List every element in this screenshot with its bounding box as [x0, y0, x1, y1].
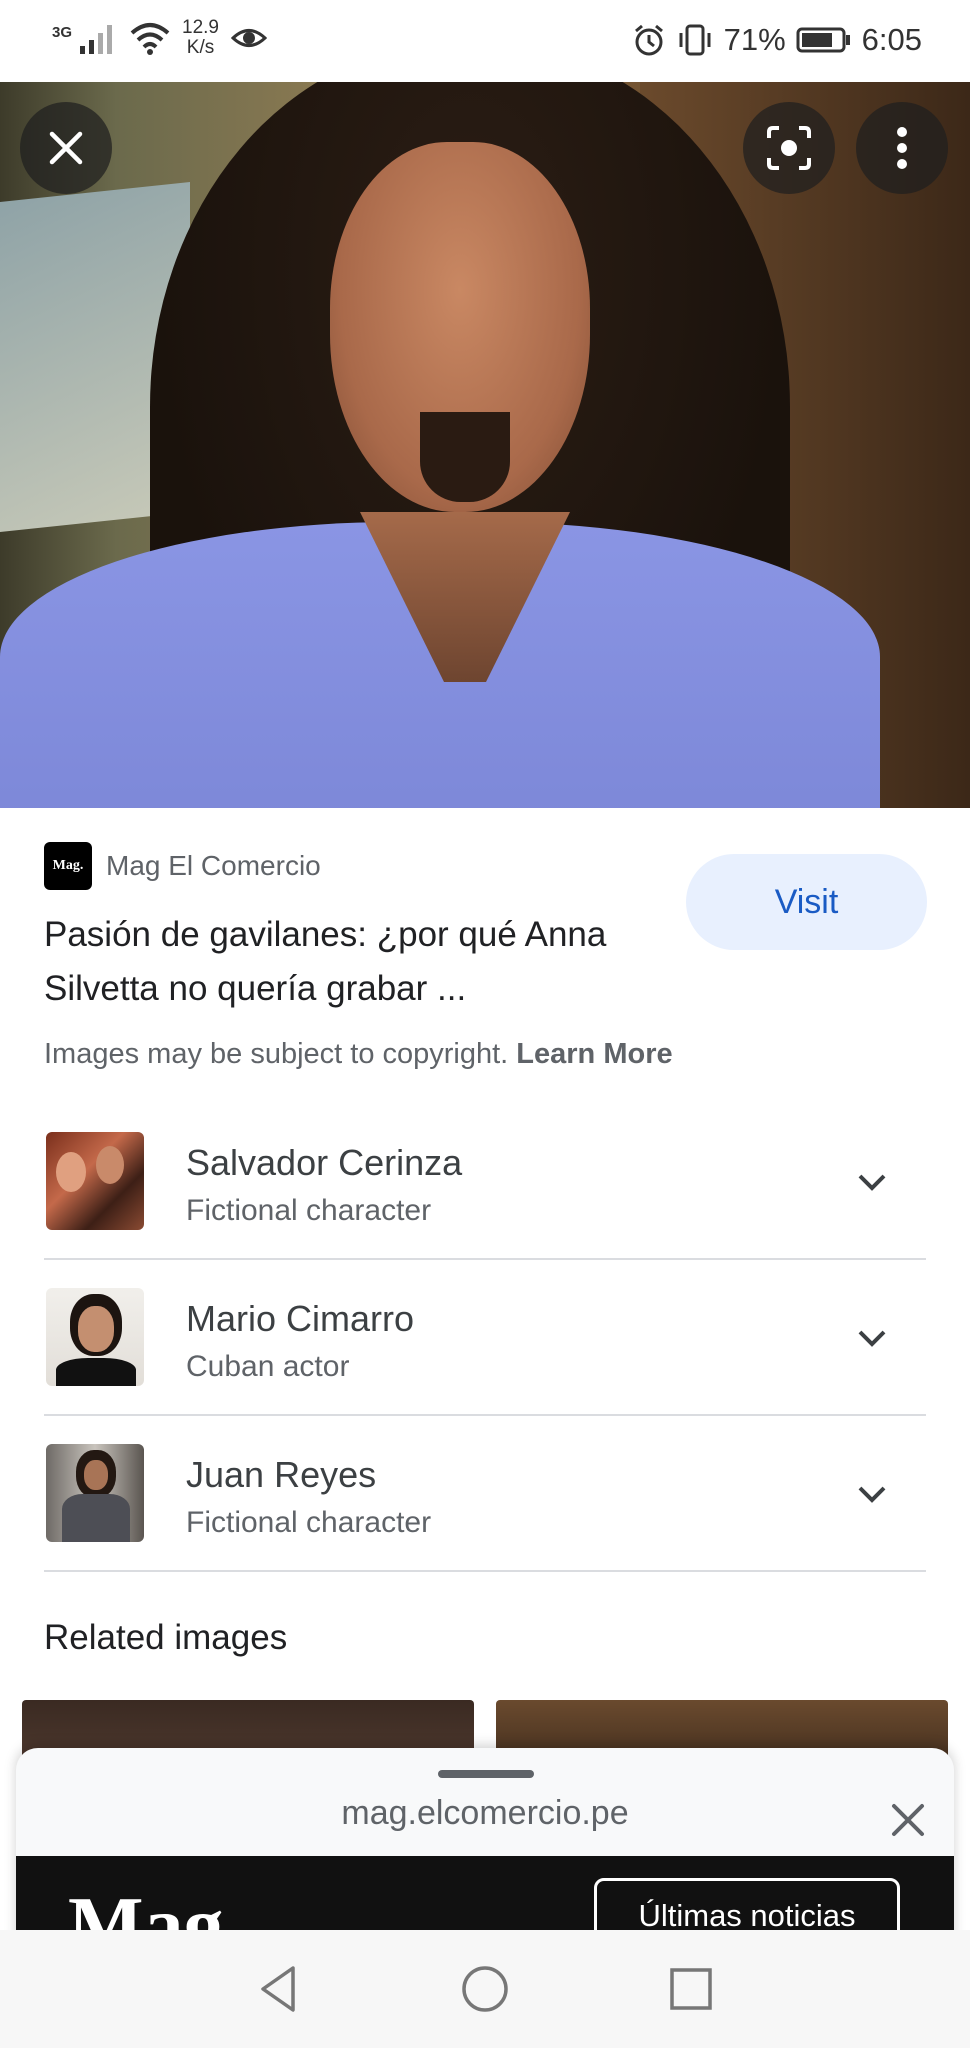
source-row[interactable]: Mag. Mag El Comercio [44, 842, 321, 890]
entity-thumbnail [46, 1444, 144, 1542]
lens-icon [767, 126, 811, 170]
entity-thumbnail [46, 1288, 144, 1386]
system-nav-bar [0, 1930, 970, 2048]
entity-thumbnail [46, 1132, 144, 1230]
wifi-icon [130, 23, 170, 55]
entity-description: Fictional character [186, 1506, 432, 1539]
back-icon[interactable] [253, 1962, 307, 2016]
entity-description: Cuban actor [186, 1350, 350, 1383]
network-speed: 12.9 K/s [182, 18, 219, 58]
copyright-text: Images may be subject to copyright. [44, 1038, 509, 1070]
result-title[interactable]: Pasión de gavilanes: ¿por qué Anna Silve… [44, 908, 664, 1016]
status-left: 3G 12.9 K/s [52, 18, 267, 58]
sheet-drag-handle[interactable] [438, 1770, 534, 1778]
network-type: 3G [52, 23, 73, 41]
lens-button[interactable] [743, 102, 835, 194]
visit-button[interactable]: Visit [686, 854, 927, 950]
entity-name: Salvador Cerinza [186, 1142, 463, 1183]
vibrate-icon [679, 24, 711, 56]
entity-row-salvador-cerinza[interactable]: Salvador Cerinza Fictional character [44, 1104, 926, 1260]
alarm-icon [634, 24, 663, 56]
signal-icon [80, 25, 113, 54]
entity-name: Juan Reyes [186, 1454, 377, 1495]
recents-icon[interactable] [664, 1962, 718, 2016]
chevron-down-icon[interactable] [854, 1164, 890, 1200]
site-preview-sheet[interactable]: mag.elcomercio.pe Mag Últimas noticias [16, 1748, 954, 1948]
source-logo: Mag. [44, 842, 92, 890]
learn-more-link[interactable]: Learn More [516, 1038, 672, 1070]
more-vert-icon [897, 127, 907, 169]
copyright-notice: Images may be subject to copyright. Lear… [44, 1038, 673, 1071]
status-bar: 3G 12.9 K/s 71% 6:05 [0, 0, 970, 82]
related-images-heading: Related images [44, 1618, 288, 1657]
source-name: Mag El Comercio [106, 850, 321, 881]
sheet-url: mag.elcomercio.pe [341, 1794, 629, 1832]
entity-row-juan-reyes[interactable]: Juan Reyes Fictional character [44, 1416, 926, 1572]
battery-icon [796, 27, 850, 53]
speed-unit: K/s [186, 37, 215, 58]
entity-name: Mario Cimarro [186, 1298, 415, 1339]
status-right: 71% 6:05 [632, 22, 922, 58]
result-image[interactable] [0, 82, 970, 808]
close-icon[interactable] [888, 1800, 928, 1840]
eye-icon [231, 29, 267, 47]
more-options-button[interactable] [856, 102, 948, 194]
close-image-button[interactable] [20, 102, 112, 194]
chevron-down-icon[interactable] [854, 1476, 890, 1512]
home-icon[interactable] [458, 1962, 512, 2016]
entity-description: Fictional character [186, 1194, 432, 1227]
image-beard [420, 412, 510, 502]
entity-row-mario-cimarro[interactable]: Mario Cimarro Cuban actor [44, 1260, 926, 1416]
chevron-down-icon[interactable] [854, 1320, 890, 1356]
close-icon [49, 131, 83, 165]
clock: 6:05 [861, 22, 922, 57]
speed-value: 12.9 [182, 17, 219, 38]
battery-percent: 71% [723, 22, 786, 57]
